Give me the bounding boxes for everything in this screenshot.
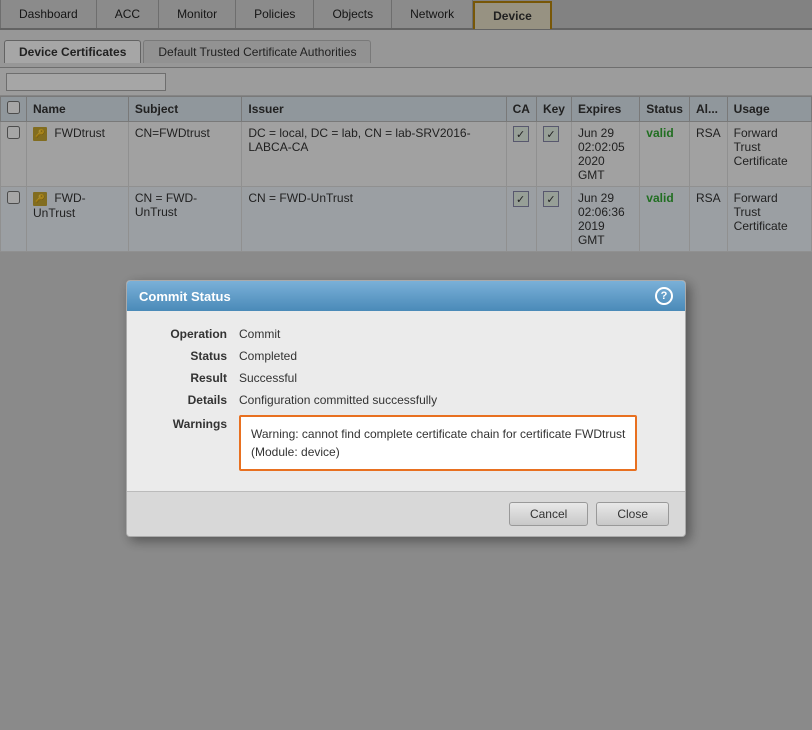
cancel-button[interactable]: Cancel xyxy=(509,502,588,526)
details-value: Configuration committed successfully xyxy=(239,393,437,407)
operation-value: Commit xyxy=(239,327,280,341)
status-row: Status Completed xyxy=(147,349,665,363)
operation-row: Operation Commit xyxy=(147,327,665,341)
status-label: Status xyxy=(147,349,227,363)
result-value: Successful xyxy=(239,371,297,385)
status-value: Completed xyxy=(239,349,297,363)
warnings-text: Warning: cannot find complete certificat… xyxy=(251,427,625,459)
dialog-body: Operation Commit Status Completed Result… xyxy=(127,311,685,491)
result-row: Result Successful xyxy=(147,371,665,385)
dialog-title: Commit Status xyxy=(139,289,231,304)
modal-overlay: Commit Status ? Operation Commit Status … xyxy=(0,0,812,730)
warnings-row: Warnings Warning: cannot find complete c… xyxy=(147,415,665,471)
help-icon[interactable]: ? xyxy=(655,287,673,305)
operation-label: Operation xyxy=(147,327,227,341)
warnings-label: Warnings xyxy=(147,415,227,471)
warnings-box: Warning: cannot find complete certificat… xyxy=(239,415,637,471)
details-row: Details Configuration committed successf… xyxy=(147,393,665,407)
close-button[interactable]: Close xyxy=(596,502,669,526)
details-label: Details xyxy=(147,393,227,407)
result-label: Result xyxy=(147,371,227,385)
commit-dialog: Commit Status ? Operation Commit Status … xyxy=(126,280,686,537)
dialog-header: Commit Status ? xyxy=(127,281,685,311)
dialog-footer: Cancel Close xyxy=(127,491,685,536)
